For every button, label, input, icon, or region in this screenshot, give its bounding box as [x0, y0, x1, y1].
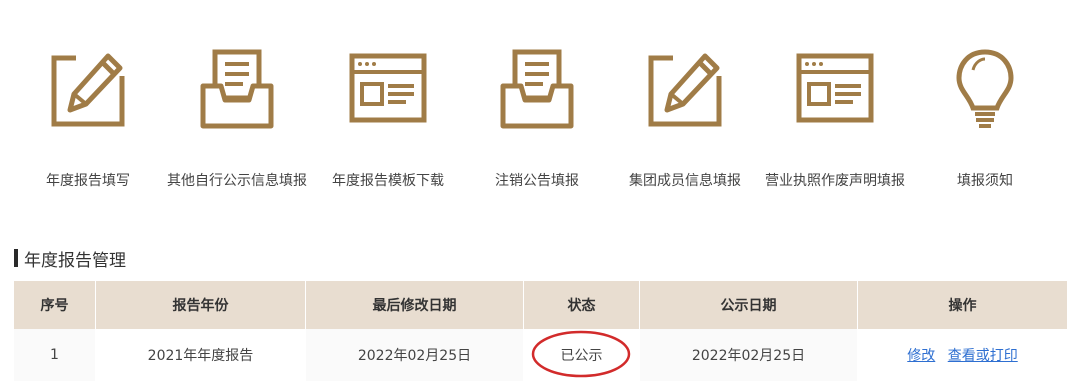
icon-label: 填报须知: [957, 173, 1013, 189]
inbox-tray-icon: [200, 49, 274, 129]
published-date: 2022年02月25日: [639, 329, 858, 381]
table-row: 1 2021年年度报告 2022年02月25日 已公示 2022年02月25日 …: [13, 329, 1068, 381]
browser-window-icon: [796, 53, 874, 123]
status-cell: 已公示: [523, 329, 640, 381]
column-header: 操作: [857, 281, 1068, 329]
column-header: 最后修改日期: [305, 281, 524, 329]
browser-window-icon: [349, 53, 427, 123]
fill-instructions-button[interactable]: 填报须知: [900, 40, 1070, 200]
table-header-row: 序号 报告年份 最后修改日期 状态 公示日期 操作: [13, 281, 1068, 329]
icon-label: 注销公告填报: [495, 173, 579, 189]
group-member-fill-button[interactable]: 集团成员信息填报: [600, 40, 770, 200]
last-modified-date: 2022年02月25日: [305, 329, 524, 381]
edit-pencil-icon: [648, 52, 725, 127]
column-header: 公示日期: [639, 281, 858, 329]
annual-report-table: 序号 报告年份 最后修改日期 状态 公示日期 操作 1 2021年年度报告 20…: [13, 281, 1068, 381]
section-marker: [14, 249, 18, 267]
icon-label: 集团成员信息填报: [629, 173, 741, 189]
deregistration-notice-fill-button[interactable]: 注销公告填报: [452, 40, 622, 200]
report-year: 2021年年度报告: [95, 329, 306, 381]
actions-cell: 修改 查看或打印: [857, 329, 1068, 381]
view-print-link[interactable]: 查看或打印: [948, 348, 1018, 364]
status-badge: 已公示: [560, 348, 603, 364]
section-title: 年度报告管理: [24, 250, 126, 271]
template-download-button[interactable]: 年度报告模板下载: [303, 40, 473, 200]
edit-link[interactable]: 修改: [907, 348, 935, 364]
annual-report-fill-button[interactable]: 年度报告填写: [3, 40, 173, 200]
row-index: 1: [13, 329, 96, 381]
other-disclosure-fill-button[interactable]: 其他自行公示信息填报: [152, 40, 322, 200]
service-icon-bar: 年度报告填写 其他自行公示信息填报 年度报告模板下载 注销公告填报 集团成员信息…: [0, 0, 1080, 200]
column-header: 报告年份: [95, 281, 306, 329]
icon-label: 其他自行公示信息填报: [167, 173, 307, 189]
lightbulb-icon: [956, 49, 1014, 128]
section-header: 年度报告管理: [14, 246, 126, 271]
inbox-tray-icon: [500, 49, 574, 129]
icon-label: 年度报告模板下载: [332, 173, 444, 189]
icon-label: 年度报告填写: [46, 173, 130, 189]
license-void-statement-button[interactable]: 营业执照作废声明填报: [750, 40, 920, 200]
column-header: 序号: [13, 281, 96, 329]
column-header: 状态: [523, 281, 640, 329]
icon-label: 营业执照作废声明填报: [765, 173, 905, 189]
edit-pencil-icon: [51, 52, 128, 127]
